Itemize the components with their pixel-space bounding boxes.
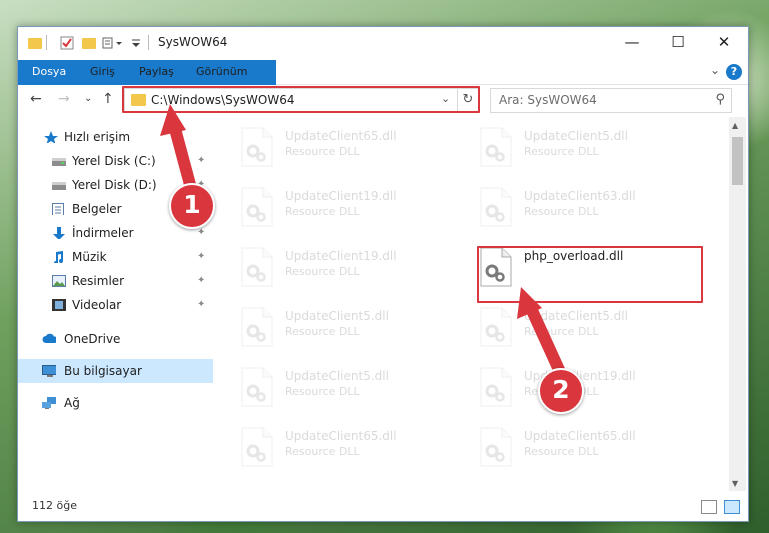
step-badge-2: 2 xyxy=(538,368,584,414)
annotation-arrows xyxy=(160,104,566,378)
step-badge-1: 1 xyxy=(169,183,215,229)
